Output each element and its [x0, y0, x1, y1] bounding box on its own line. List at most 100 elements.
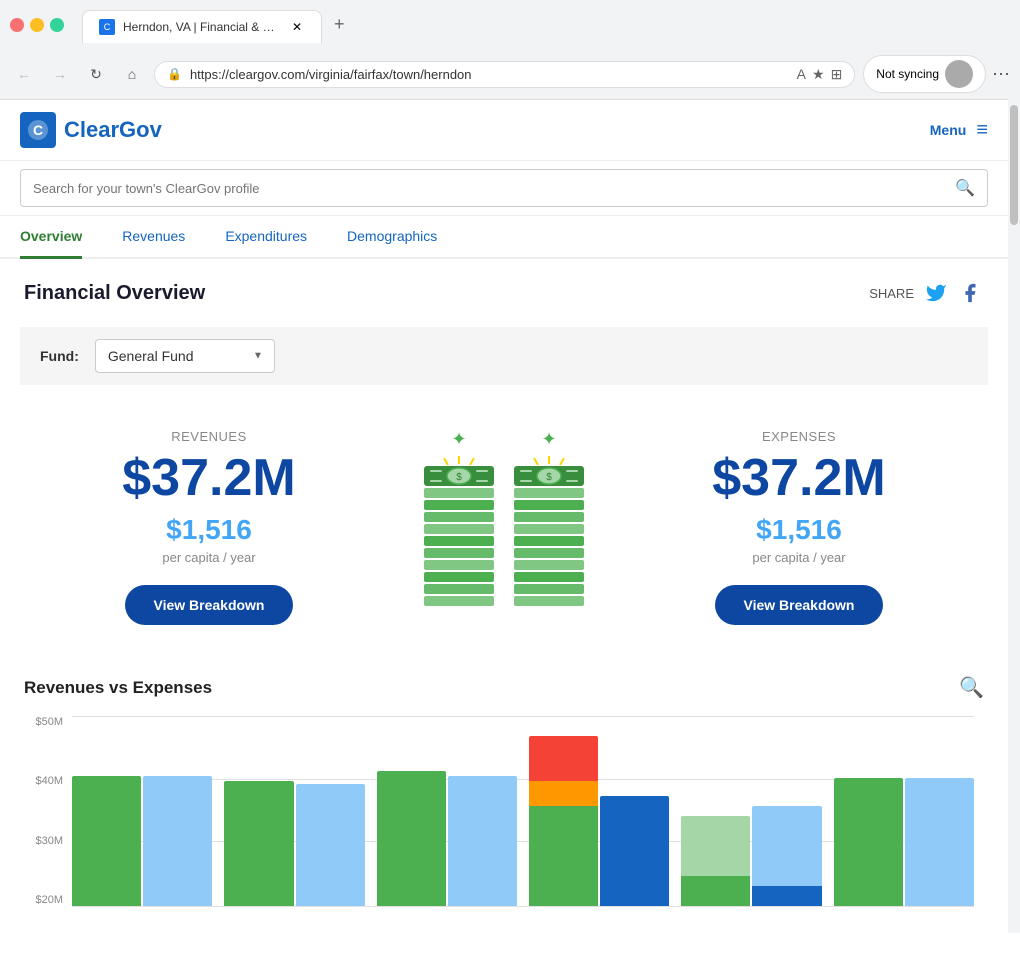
- address-bar: ← → ↻ ⌂ 🔒 https://cleargov.com/virginia/…: [0, 49, 1020, 99]
- page-scrollbar[interactable]: [1008, 85, 1020, 933]
- main-content: Financial Overview SHARE Fund: General F…: [0, 259, 1008, 976]
- fund-select-wrap[interactable]: General FundSpecial RevenueDebt ServiceC…: [95, 339, 275, 373]
- tab-bar: C Herndon, VA | Financial & Demo... ✕ +: [72, 6, 363, 43]
- logo-text: ClearGov: [64, 117, 162, 143]
- bar-chart: $50M $40M $30M $20M: [24, 716, 984, 936]
- revenues-per-capita: $1,516: [24, 514, 394, 546]
- svg-text:$: $: [456, 472, 462, 483]
- sync-label: Not syncing: [876, 67, 939, 81]
- twitter-share-button[interactable]: [922, 279, 950, 307]
- tab-overview[interactable]: Overview: [20, 216, 82, 259]
- collection-icon: ⊞: [831, 66, 843, 83]
- bookmark-icon: ★: [812, 66, 825, 83]
- sync-button[interactable]: Not syncing: [863, 55, 986, 93]
- browser-actions: Not syncing ⋯: [863, 55, 1010, 93]
- forward-button[interactable]: →: [46, 60, 74, 88]
- nav-tabs: Overview Revenues Expenditures Demograph…: [0, 216, 1008, 259]
- facebook-share-button[interactable]: [956, 279, 984, 307]
- chart-section: Revenues vs Expenses 🔍 $50M $40M $30M $2…: [24, 675, 984, 956]
- home-button[interactable]: ⌂: [118, 60, 146, 88]
- bar-4-blue: [600, 796, 669, 906]
- revenues-per-capita-sub: per capita / year: [24, 550, 394, 565]
- logo: C ClearGov: [20, 112, 162, 148]
- browser-chrome: ✕ − □ C Herndon, VA | Financial & Demo..…: [0, 0, 1020, 100]
- stack-rays-left: ✦: [451, 429, 466, 450]
- url-bar[interactable]: 🔒 https://cleargov.com/virginia/fairfax/…: [154, 61, 855, 88]
- lock-icon: 🔒: [167, 67, 182, 81]
- browser-title-bar: ✕ − □ C Herndon, VA | Financial & Demo..…: [0, 0, 1020, 49]
- window-controls: ✕ − □: [10, 18, 64, 32]
- grid-line-20: [72, 906, 974, 907]
- translate-icon: A: [797, 66, 806, 82]
- bar-group-6: [834, 778, 974, 906]
- share-label: SHARE: [869, 286, 914, 301]
- tab-expenditures[interactable]: Expenditures: [225, 216, 307, 259]
- zoom-icon[interactable]: 🔍: [959, 675, 984, 700]
- chart-header: Revenues vs Expenses 🔍: [24, 675, 984, 700]
- tab-favicon: C: [99, 19, 115, 35]
- bar-1-green: [72, 776, 141, 906]
- money-stack-revenues: ✦: [424, 429, 494, 606]
- close-window-button[interactable]: ✕: [10, 18, 24, 32]
- financials-section: REVENUES $37.2M $1,516 per capita / year…: [24, 409, 984, 655]
- bar-2-green: [224, 781, 293, 906]
- share-area: SHARE: [869, 279, 984, 307]
- share-social: [922, 279, 984, 307]
- svg-text:$: $: [546, 472, 552, 483]
- tab-title-text: Herndon, VA | Financial & Demo...: [123, 20, 281, 34]
- money-stack-svg-right: $: [514, 456, 584, 606]
- tab-revenues[interactable]: Revenues: [122, 216, 185, 259]
- bar-5-green: [681, 876, 750, 906]
- browser-menu-button[interactable]: ⋯: [992, 64, 1010, 85]
- fund-select[interactable]: General FundSpecial RevenueDebt ServiceC…: [95, 339, 275, 373]
- url-text: https://cleargov.com/virginia/fairfax/to…: [190, 67, 789, 82]
- revenues-breakdown-button[interactable]: View Breakdown: [125, 585, 292, 625]
- chart-title: Revenues vs Expenses: [24, 678, 212, 698]
- fund-label: Fund:: [40, 348, 79, 364]
- new-tab-button[interactable]: +: [326, 6, 353, 43]
- bar-group-5: [681, 806, 821, 906]
- header-right: Menu ≡: [930, 119, 988, 142]
- bar-group-1: [72, 776, 212, 906]
- bar-3-green: [377, 771, 446, 906]
- bar-2-blue: [296, 784, 365, 906]
- revenues-label: REVENUES: [24, 429, 394, 444]
- refresh-button[interactable]: ↻: [82, 60, 110, 88]
- y-label-20: $20M: [35, 894, 63, 906]
- expenses-label: EXPENSES: [614, 429, 984, 444]
- url-icons: A ★ ⊞: [797, 66, 843, 83]
- bar-group-3: [377, 771, 517, 906]
- maximize-window-button[interactable]: □: [50, 18, 64, 32]
- expenses-breakdown-button[interactable]: View Breakdown: [715, 585, 882, 625]
- active-tab[interactable]: C Herndon, VA | Financial & Demo... ✕: [82, 10, 322, 43]
- minimize-window-button[interactable]: −: [30, 18, 44, 32]
- y-label-30: $30M: [35, 835, 63, 847]
- y-label-40: $40M: [35, 775, 63, 787]
- stack-rays-right: ✦: [541, 429, 556, 450]
- tab-demographics[interactable]: Demographics: [347, 216, 437, 259]
- overview-header: Financial Overview SHARE: [24, 279, 984, 307]
- search-icon[interactable]: 🔍: [955, 178, 975, 198]
- app-container: C ClearGov Menu ≡ 🔍 Overview Revenues Ex…: [0, 100, 1008, 976]
- revenues-block: REVENUES $37.2M $1,516 per capita / year…: [24, 429, 394, 625]
- bar-5-blue-light: [752, 806, 821, 886]
- hamburger-icon[interactable]: ≡: [976, 119, 988, 142]
- search-input-wrap[interactable]: 🔍: [20, 169, 988, 207]
- svg-text:C: C: [33, 122, 43, 138]
- search-bar: 🔍: [0, 161, 1008, 216]
- overview-title: Financial Overview: [24, 282, 205, 305]
- bar-group-2: [224, 781, 364, 906]
- chart-area: [72, 716, 974, 906]
- back-button[interactable]: ←: [10, 60, 38, 88]
- tab-close-button[interactable]: ✕: [289, 19, 305, 35]
- search-input[interactable]: [33, 181, 947, 196]
- y-label-50: $50M: [35, 716, 63, 728]
- app-header: C ClearGov Menu ≡: [0, 100, 1008, 161]
- bar-6-green: [834, 778, 903, 906]
- bar-4-orange: [529, 781, 598, 806]
- logo-icon: C: [20, 112, 56, 148]
- revenues-amount: $37.2M: [24, 452, 394, 504]
- money-stack-svg-left: $: [424, 456, 494, 606]
- menu-label[interactable]: Menu: [930, 122, 967, 138]
- expenses-amount: $37.2M: [614, 452, 984, 504]
